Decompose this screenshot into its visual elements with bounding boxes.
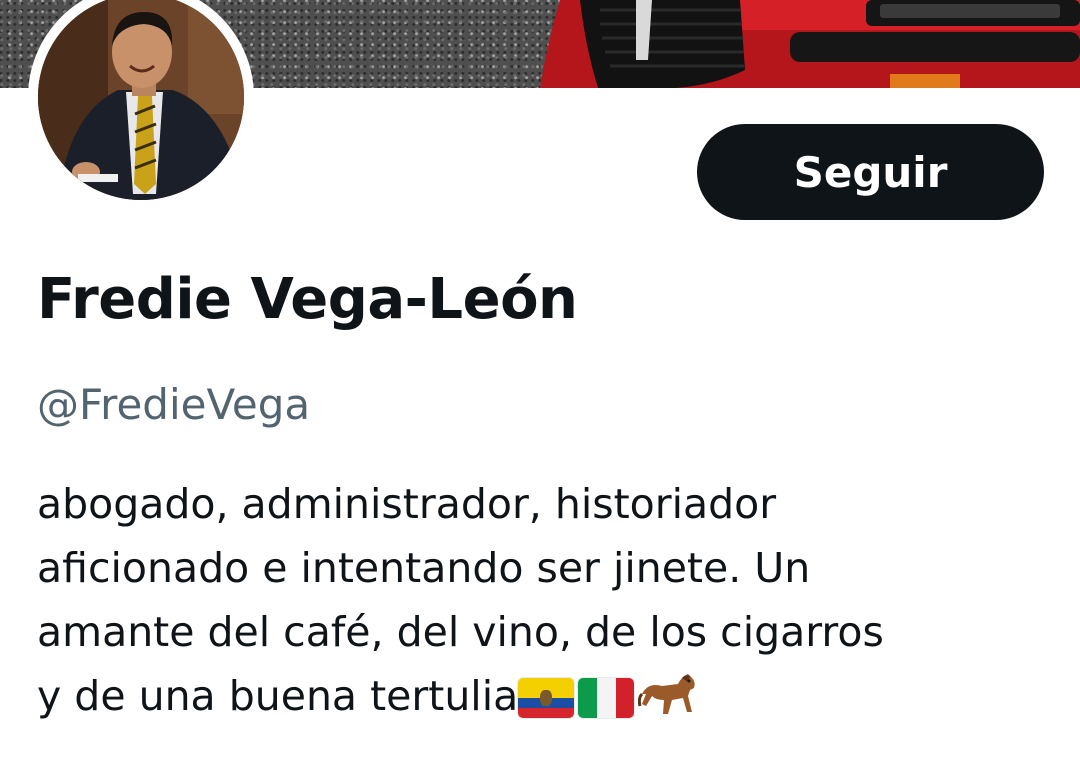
bio-line-2: aficionado e intentando ser jinete. Un <box>37 544 811 592</box>
profile-handle: @FredieVega <box>37 380 311 429</box>
bio-line-3: amante del café, del vino, de los cigarr… <box>37 608 884 656</box>
profile-bio: abogado, administrador, historiador afic… <box>37 472 1047 736</box>
horse-icon <box>638 674 695 714</box>
avatar-photo <box>38 0 244 200</box>
bio-emojis <box>518 672 700 736</box>
bio-line-4-text: y de una buena tertulia <box>37 672 519 720</box>
profile-avatar[interactable] <box>28 0 254 210</box>
profile-display-name: Fredie Vega-León <box>37 267 578 332</box>
bio-line-1: abogado, administrador, historiador <box>37 480 777 528</box>
flag-ecuador-icon <box>518 678 575 718</box>
flag-italy-icon <box>578 678 635 718</box>
follow-button[interactable]: Seguir <box>697 124 1044 220</box>
bio-line-4: y de una buena tertulia <box>37 664 1047 736</box>
profile-page: Seguir Fredie Vega-León @FredieVega abog… <box>0 0 1080 767</box>
